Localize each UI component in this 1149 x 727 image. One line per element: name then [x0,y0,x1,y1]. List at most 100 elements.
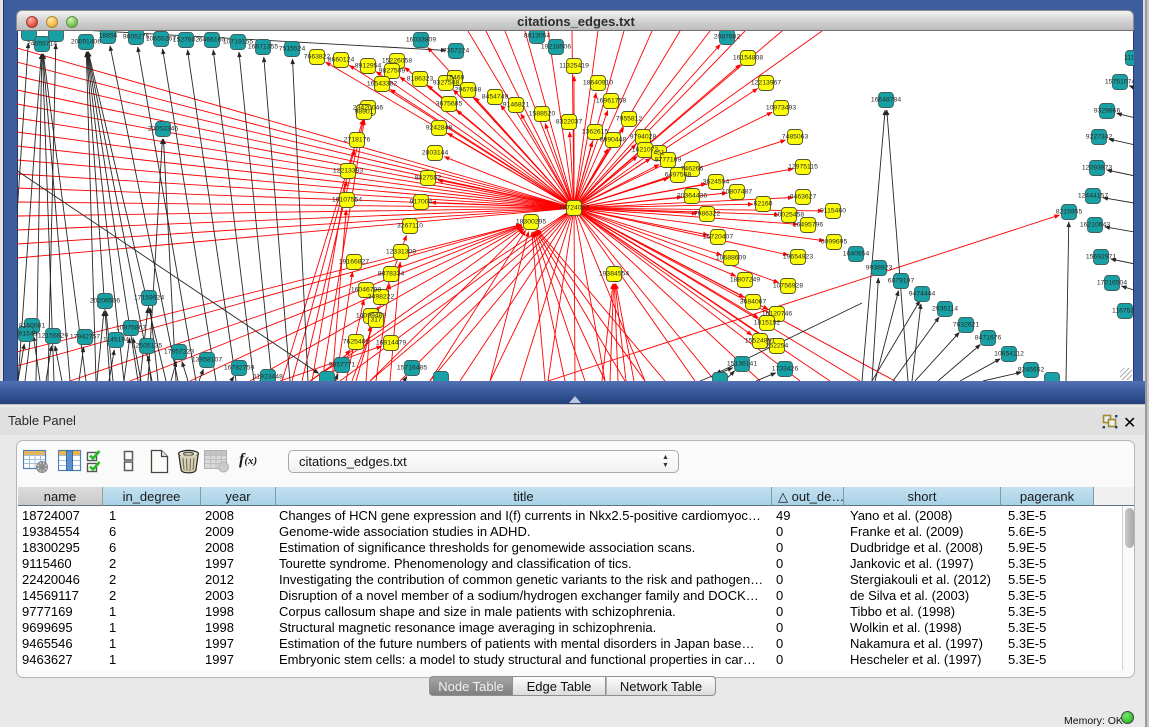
svg-text:12444157: 12444157 [1078,193,1108,200]
svg-text:16495796: 16495796 [793,222,823,229]
svg-text:9938923: 9938923 [866,265,893,272]
svg-text:317: 317 [370,317,382,324]
svg-text:11923448: 11923448 [253,374,283,381]
svg-text:6497568: 6497568 [665,172,692,179]
svg-text:17957223: 17957223 [164,349,194,356]
svg-text:16154808: 16154808 [733,55,763,62]
svg-text:9827509: 9827509 [379,68,406,75]
svg-text:19384554: 19384554 [599,271,629,278]
svg-text:9327508: 9327508 [433,80,460,87]
svg-text:20691406: 20691406 [71,39,101,46]
svg-text:16648784: 16648784 [871,97,901,104]
svg-text:7955812: 7955812 [616,116,643,123]
svg-text:8878334: 8878334 [378,271,405,278]
svg-text:3675685: 3675685 [436,101,463,108]
svg-text:16046798: 16046798 [351,287,381,294]
svg-text:17942757: 17942757 [70,334,100,341]
svg-text:8322037: 8322037 [556,119,583,126]
svg-text:10807487: 10807487 [722,189,752,196]
svg-text:2718176: 2718176 [344,137,371,144]
svg-text:15136141: 15136141 [727,361,757,368]
svg-text:7663822: 7663822 [304,54,331,61]
svg-text:13958107: 13958107 [192,357,222,364]
svg-text:16120746: 16120746 [762,311,792,318]
svg-text:16961758: 16961758 [596,98,626,105]
svg-text:252254: 252254 [766,343,789,350]
svg-text:10655267: 10655267 [146,36,176,43]
svg-text:12505135: 12505135 [132,343,162,350]
svg-text:16210643: 16210643 [1080,222,1110,229]
svg-text:12213383: 12213383 [333,168,363,175]
svg-text:10025458: 10025458 [774,212,804,219]
svg-text:18300295: 18300295 [516,219,546,226]
svg-text:6099695: 6099695 [821,239,848,246]
svg-text:8150081: 8150081 [19,323,46,330]
svg-text:17159924: 17159924 [134,295,164,302]
svg-text:8660124: 8660124 [328,57,355,64]
svg-text:20206506: 20206506 [90,298,120,305]
svg-text:2087682: 2087682 [714,34,741,41]
svg-text:2803144: 2803144 [422,150,449,157]
svg-text:1167533: 1167533 [1112,308,1134,315]
svg-text:10654112: 10654112 [994,351,1024,358]
svg-text:1362615: 1362615 [582,129,609,136]
svg-text:8215955: 8215955 [1056,209,1083,216]
svg-text:3267110: 3267110 [397,223,423,230]
svg-text:10973493: 10973493 [766,105,796,112]
svg-text:19218506: 19218506 [541,44,571,51]
svg-text:6879197: 6879197 [888,278,915,285]
svg-text:7357224: 7357224 [443,48,470,55]
svg-text:9146821: 9146821 [503,102,530,109]
svg-text:8990448: 8990448 [600,137,627,144]
svg-text:7485063: 7485063 [782,134,809,141]
svg-text:9857771: 9857771 [329,362,356,369]
svg-text:19654923: 19654923 [783,254,813,261]
svg-text:7632621: 7632621 [953,322,980,329]
svg-text:9329966: 9329966 [1094,108,1121,115]
svg-text:2935114: 2935114 [932,306,958,313]
svg-text:12213967: 12213967 [751,80,781,87]
svg-text:9474444: 9474444 [909,291,936,298]
svg-text:9794028: 9794028 [630,134,657,141]
svg-text:12156829: 12156829 [38,333,68,340]
svg-text:451: 451 [653,150,665,157]
svg-text:9115460: 9115460 [820,208,846,215]
svg-text:62160: 62160 [754,201,773,208]
svg-text:16107554: 16107554 [332,197,362,204]
svg-text:917004: 917004 [410,199,433,206]
svg-text:11325419: 11325419 [559,63,589,70]
svg-text:16033809: 16033809 [406,37,436,44]
svg-text:9242848: 9242848 [426,125,453,132]
svg-text:18724007: 18724007 [559,205,589,212]
svg-text:12093873: 12093873 [1082,165,1112,172]
svg-text:1527602: 1527602 [173,37,200,44]
svg-text:9463627: 9463627 [790,194,817,201]
svg-text:9777169: 9777169 [655,157,682,164]
svg-text:15692971: 15692971 [1086,254,1116,261]
svg-text:6466160: 6466160 [199,37,226,44]
svg-text:8471676: 8471676 [975,335,1002,342]
svg-text:7515524: 7515524 [279,46,306,53]
svg-text:3498222: 3498222 [368,294,395,301]
svg-text:15751074: 15751074 [1105,79,1134,86]
svg-text:7625402: 7625402 [343,339,370,346]
svg-text:20364436: 20364436 [677,193,707,200]
svg-text:8186323: 8186323 [407,76,434,83]
svg-text:16543382: 16543382 [367,81,397,88]
svg-text:8454749: 8454749 [482,94,509,101]
svg-text:1733426: 1733426 [772,366,799,373]
svg-text:746266: 746266 [681,166,704,173]
svg-text:1640954: 1640954 [843,251,870,258]
svg-text:3624554: 3624554 [703,179,730,186]
svg-text:9245652: 9245652 [1018,367,1045,374]
svg-text:991549: 991549 [17,331,38,338]
svg-text:98901: 98901 [355,109,374,116]
svg-text:19166827: 19166827 [339,259,369,266]
svg-text:12975115: 12975115 [788,164,818,171]
svg-text:12331309: 12331309 [386,249,416,256]
svg-text:9227342: 9227342 [1086,134,1113,141]
svg-text:11172: 11172 [1124,55,1134,62]
svg-text:10975867: 10975867 [116,325,146,332]
svg-text:17016504: 17016504 [1097,280,1127,287]
svg-text:18807249: 18807249 [730,277,760,284]
